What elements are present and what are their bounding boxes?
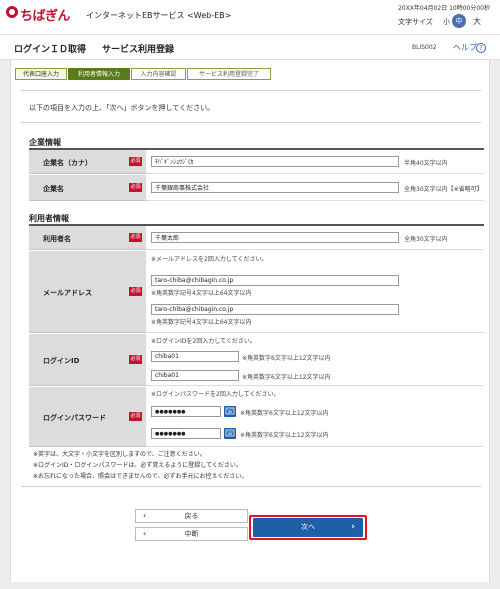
next-button-label: 次へ bbox=[301, 523, 315, 531]
login-id-label-cell: ログインID 必須 bbox=[29, 334, 146, 386]
chevron-left-icon: ‹ bbox=[143, 529, 147, 538]
back-button-label: 戻る bbox=[184, 512, 199, 520]
screen-code: BLIS002 bbox=[412, 44, 437, 51]
divider bbox=[21, 122, 481, 123]
login-id-hint-2: ※角英数字6文字以上12文字以内 bbox=[242, 374, 331, 381]
user-name-hint: 全角30文字以内 bbox=[404, 236, 448, 243]
company-name-label: 企業名 bbox=[43, 185, 64, 193]
content-area: 代表口座入力 利用者情報入力 入力内容確認 サービス利用登録完了 以下の項目を入… bbox=[0, 60, 500, 589]
email-note: ※メールアドレスを2回入力してください。 bbox=[151, 256, 268, 263]
font-size-medium-button[interactable]: 中 bbox=[452, 14, 466, 28]
user-name-input[interactable] bbox=[151, 232, 399, 243]
email-hint-1: ※角英数字記号4文字以上64文字以内 bbox=[151, 290, 252, 297]
email-hint-2: ※角英数字記号4文字以上64文字以内 bbox=[151, 319, 252, 326]
password-label-cell: ログインパスワード 必須 bbox=[29, 387, 146, 447]
step-account-input: 代表口座入力 bbox=[15, 68, 67, 80]
required-badge: 必須 bbox=[129, 233, 142, 242]
page-title-login-id: ログインＩＤ取得 bbox=[14, 45, 87, 55]
password-hint-1: ※角英数字6文字以上12文字以内 bbox=[240, 410, 329, 417]
note-remember: ※ログインID・ログインパスワードは、必ず覚えるように登録してください。 bbox=[33, 462, 242, 469]
login-id-note: ※ログインIDを2回入力してください。 bbox=[151, 338, 256, 345]
company-kana-label: 企業名（カナ） bbox=[43, 159, 92, 167]
font-size-label: 文字サイズ bbox=[398, 18, 433, 26]
login-id-hint-1: ※角英数字6文字以上12文字以内 bbox=[242, 355, 331, 362]
company-name-hint: 全角30文字以内【※省略可】 bbox=[404, 186, 483, 193]
login-id-label: ログインID bbox=[43, 357, 80, 365]
suspend-button[interactable]: ‹ 中断 bbox=[135, 527, 248, 541]
login-id-value-cell: ※ログインIDを2回入力してください。 ※角英数字6文字以上12文字以内 ※角英… bbox=[146, 334, 484, 386]
note-inquiry: ※お忘れになった場合、照会はできませんので、必ずお手元にお控えください。 bbox=[33, 473, 248, 480]
required-badge: 必須 bbox=[129, 157, 142, 166]
chevron-left-icon: ‹ bbox=[143, 511, 147, 520]
company-name-label-cell: 企業名 必須 bbox=[29, 175, 146, 201]
company-kana-input[interactable] bbox=[151, 156, 399, 167]
next-button[interactable]: 次へ › bbox=[253, 518, 363, 537]
step-confirm: 入力内容確認 bbox=[131, 68, 186, 80]
form-panel: 代表口座入力 利用者情報入力 入力内容確認 サービス利用登録完了 以下の項目を入… bbox=[10, 60, 490, 582]
app-header: ちばぎん インターネットEBサービス <Web-EB> 20XX年04月02日 … bbox=[0, 0, 500, 32]
service-name: インターネットEBサービス <Web-EB> bbox=[86, 11, 232, 20]
bank-logo-icon bbox=[6, 6, 18, 18]
password-value-cell: ※ログインパスワードを2回入力してください。 ※角英数字6文字以上12文字以内 … bbox=[146, 387, 484, 447]
company-kana-label-cell: 企業名（カナ） 必須 bbox=[29, 150, 146, 174]
help-link[interactable]: ヘルプ bbox=[453, 42, 477, 53]
current-datetime: 20XX年04月02日 10時00分00秒 bbox=[398, 5, 490, 12]
bank-logo-text: ちばぎん bbox=[20, 9, 71, 24]
step-user-info-input: 利用者情報入力 bbox=[68, 68, 130, 80]
divider bbox=[21, 90, 481, 91]
title-bar: ログインＩＤ取得 サービス利用登録 BLIS002 ヘルプ ? bbox=[0, 34, 500, 60]
back-button[interactable]: ‹ 戻る bbox=[135, 509, 248, 523]
password-input-1[interactable] bbox=[151, 406, 221, 417]
email-value-cell: ※メールアドレスを2回入力してください。 ※角英数字記号4文字以上64文字以内 … bbox=[146, 251, 484, 333]
password-hint-2: ※角英数字6文字以上12文字以内 bbox=[240, 432, 329, 439]
required-badge: 必須 bbox=[129, 412, 142, 421]
font-size-large-button[interactable]: 大 bbox=[473, 16, 481, 27]
password-label: ログインパスワード bbox=[43, 414, 106, 422]
intro-text: 以下の項目を入力の上、「次へ」ボタンを押してください。 bbox=[29, 104, 215, 112]
user-name-label: 利用者名 bbox=[43, 235, 71, 243]
login-id-input-1[interactable] bbox=[151, 351, 239, 362]
company-kana-value-cell: 半角40文字以内 bbox=[146, 150, 484, 174]
page-title-service: サービス利用登録 bbox=[102, 45, 175, 55]
note-case: ※英字は、大文字・小文字を区別しますので、ご注意ください。 bbox=[33, 451, 206, 458]
login-id-input-2[interactable] bbox=[151, 370, 239, 381]
company-name-value-cell: 全角30文字以内【※省略可】 bbox=[146, 175, 484, 201]
company-kana-hint: 半角40文字以内 bbox=[404, 160, 448, 167]
email-input-2[interactable] bbox=[151, 304, 399, 315]
step-complete: サービス利用登録完了 bbox=[187, 68, 271, 80]
section-title-company: 企業情報 bbox=[29, 138, 61, 147]
required-badge: 必須 bbox=[129, 183, 142, 192]
email-label-cell: メールアドレス 必須 bbox=[29, 251, 146, 333]
email-input-1[interactable] bbox=[151, 275, 399, 286]
font-size-small-button[interactable]: 小 bbox=[443, 17, 450, 27]
email-label: メールアドレス bbox=[43, 289, 92, 297]
section-title-user: 利用者情報 bbox=[29, 214, 69, 223]
user-name-value-cell: 全角30文字以内 bbox=[146, 226, 484, 250]
suspend-button-label: 中断 bbox=[184, 530, 199, 538]
software-keyboard-icon[interactable] bbox=[224, 406, 236, 417]
password-note: ※ログインパスワードを2回入力してください。 bbox=[151, 391, 280, 398]
password-input-2[interactable] bbox=[151, 428, 221, 439]
required-badge: 必須 bbox=[129, 287, 142, 296]
help-icon[interactable]: ? bbox=[476, 43, 486, 53]
chevron-right-icon: › bbox=[351, 522, 355, 532]
divider bbox=[21, 486, 481, 487]
required-badge: 必須 bbox=[129, 355, 142, 364]
user-name-label-cell: 利用者名 必須 bbox=[29, 226, 146, 250]
company-name-input[interactable] bbox=[151, 182, 399, 193]
software-keyboard-icon[interactable] bbox=[224, 428, 236, 439]
